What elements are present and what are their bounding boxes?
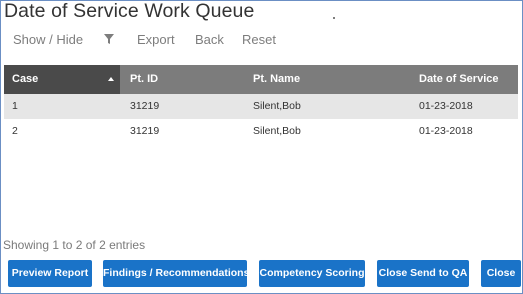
table-row[interactable]: 2 31219 Silent,Bob 01-23-2018 [4,119,518,144]
reset-button[interactable]: Reset [242,32,276,47]
cell-date-of-service: 01-23-2018 [419,100,473,112]
table-header: Case Pt. ID Pt. Name Date of Service [4,65,518,94]
filter-icon[interactable] [104,34,114,44]
dot-marker [333,17,335,19]
cell-pt-id: 31219 [130,125,160,137]
page-title: Date of Service Work Queue [4,0,255,22]
cell-case: 1 [12,100,18,112]
back-button[interactable]: Back [195,32,224,47]
table-row[interactable]: 1 31219 Silent,Bob 01-23-2018 [4,94,518,119]
work-queue-window: Date of Service Work Queue Show / Hide E… [0,0,523,294]
work-queue-table: Case Pt. ID Pt. Name Date of Service 1 3… [4,65,518,144]
column-header-pt-name[interactable]: Pt. Name [253,65,300,94]
close-button[interactable]: Close [481,260,521,287]
sort-ascending-icon [108,77,114,81]
cell-pt-name: Silent,Bob [253,100,301,112]
column-header-pt-id[interactable]: Pt. ID [130,65,158,94]
competency-scoring-button[interactable]: Competency Scoring [259,260,365,287]
cell-date-of-service: 01-23-2018 [419,125,473,137]
export-button[interactable]: Export [137,32,175,47]
findings-recommendations-button[interactable]: Findings / Recommendations [103,260,247,287]
column-header-case[interactable]: Case [4,65,120,94]
close-send-to-qa-button[interactable]: Close Send to QA [377,260,469,287]
entries-info: Showing 1 to 2 of 2 entries [3,238,146,252]
column-header-date-of-service[interactable]: Date of Service [419,65,498,94]
cell-pt-name: Silent,Bob [253,125,301,137]
show-hide-button[interactable]: Show / Hide [13,32,83,47]
column-header-label: Case [12,73,39,85]
cell-case: 2 [12,125,18,137]
cell-pt-id: 31219 [130,100,160,112]
preview-report-button[interactable]: Preview Report [8,260,92,287]
